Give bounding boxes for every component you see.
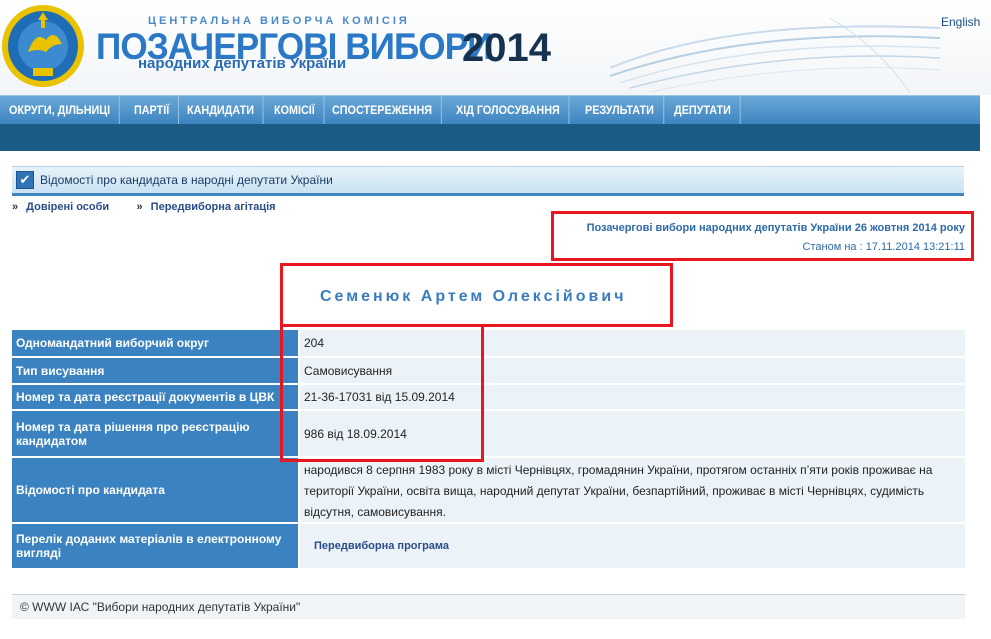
footer: © WWW ІАС "Вибори народних депутатів Укр… <box>12 594 965 619</box>
nav-item-districts[interactable]: ОКРУГИ, ДІЛЬНИЦІ <box>0 96 121 124</box>
election-program-link[interactable]: Передвиборна програма <box>314 540 449 552</box>
decorative-swoosh-icon <box>610 17 940 93</box>
subnav-bar <box>0 124 980 151</box>
row-label: Номер та дата реєстрації документів в ЦВ… <box>12 385 298 411</box>
highlight-box-values <box>280 324 484 462</box>
table-row: Номер та дата реєстрації документів в ЦВ… <box>12 385 965 411</box>
trusted-persons-link[interactable]: » Довірені особи <box>12 201 109 213</box>
page-subtitle: народних депутатів України <box>138 55 347 72</box>
election-year: 2014 <box>462 26 551 70</box>
nav-item-voting-progress[interactable]: ХІД ГОЛОСУВАННЯ <box>447 96 571 124</box>
section-title: Відомості про кандидата в народні депута… <box>40 173 333 187</box>
trusted-persons-link-label: Довірені особи <box>26 201 110 213</box>
english-language-link[interactable]: English <box>941 15 980 29</box>
site-header: ЦЕНТРАЛЬНА ВИБОРЧА КОМІСІЯ ПОЗАЧЕРГОВІ В… <box>0 0 991 95</box>
row-label: Відомості про кандидата <box>12 458 298 524</box>
checkbox-icon: ✔ <box>16 171 34 189</box>
nav-item-parties[interactable]: ПАРТІЇ <box>125 96 180 124</box>
row-value: народився 8 серпня 1983 року в місті Чер… <box>300 458 965 524</box>
chevron-right-icon: » <box>136 201 143 213</box>
table-row: Відомості про кандидата народився 8 серп… <box>12 458 965 524</box>
table-row: Номер та дата рішення про реєстрацію кан… <box>12 411 965 458</box>
highlight-box-election <box>551 211 974 261</box>
table-row: Перелік доданих матеріалів в електронном… <box>12 524 965 570</box>
row-label: Тип висування <box>12 358 298 385</box>
campaign-link-label: Передвиборна агітація <box>150 201 276 213</box>
chevron-right-icon: » <box>12 201 19 213</box>
row-label: Перелік доданих матеріалів в електронном… <box>12 524 298 570</box>
row-label: Одномандатний виборчий округ <box>12 330 298 358</box>
highlight-box-name <box>280 263 673 327</box>
table-row: Одномандатний виборчий округ 204 <box>12 330 965 358</box>
sub-links: » Довірені особи » Передвиборна агітація <box>12 199 300 213</box>
nav-item-observation[interactable]: СПОСТЕРЕЖЕННЯ <box>323 96 443 124</box>
nav-item-candidates[interactable]: КАНДИДАТИ <box>178 96 264 124</box>
nav-item-deputies[interactable]: ДЕПУТАТИ <box>665 96 742 124</box>
campaign-link[interactable]: » Передвиборна агітація <box>137 201 276 213</box>
nav-item-commissions[interactable]: КОМІСІЇ <box>265 96 325 124</box>
cec-emblem-icon[interactable] <box>0 0 86 92</box>
main-nav: ОКРУГИ, ДІЛЬНИЦІ ПАРТІЇ КАНДИДАТИ КОМІСІ… <box>0 95 980 124</box>
nav-item-results[interactable]: РЕЗУЛЬТАТИ <box>576 96 664 124</box>
row-value: Передвиборна програма <box>300 524 965 570</box>
table-row: Тип висування Самовисування <box>12 358 965 385</box>
row-label: Номер та дата рішення про реєстрацію кан… <box>12 411 298 458</box>
section-header: ✔ Відомості про кандидата в народні депу… <box>12 166 964 196</box>
